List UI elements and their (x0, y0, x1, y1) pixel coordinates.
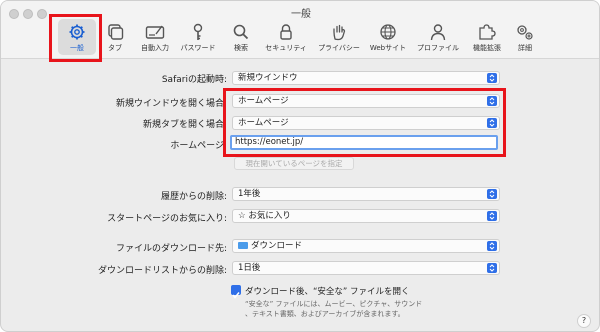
new-tab-label: 新規タブを開く場合: (142, 120, 227, 130)
start-favorites-value: お気に入り (248, 211, 291, 221)
highlight-box-homepage-settings (223, 88, 506, 157)
tab-security[interactable]: セキュリティ (263, 21, 309, 57)
tab-extensions[interactable]: 機能拡張 (468, 21, 506, 57)
search-icon (233, 24, 249, 40)
open-safe-files-note-line2: 、テキスト書類、およびアーカイブが含まれます。 (245, 310, 405, 318)
remove-history-select[interactable]: 1年後 (232, 187, 500, 201)
startup-value: 新規ウインドウ (238, 73, 298, 83)
popup-arrows-icon (487, 189, 497, 199)
download-location-select[interactable]: ダウンロード (232, 239, 500, 253)
checkmark-icon (232, 292, 240, 299)
tab-autofill[interactable]: 自動入力 (135, 21, 175, 57)
popup-arrows-icon (487, 211, 497, 221)
tab-label: 自動入力 (141, 44, 169, 52)
popup-arrows-icon (487, 73, 497, 83)
person-icon (430, 24, 446, 41)
tab-label: 詳細 (518, 44, 532, 52)
tab-passwords[interactable]: パスワード (178, 21, 218, 57)
lock-icon (280, 24, 292, 40)
autofill-icon (145, 25, 165, 39)
preferences-window: 一般 一般 タブ 自動入力 パスワード 検索 セキュリティ プライバシー Web… (0, 0, 600, 332)
puzzle-icon (479, 24, 496, 40)
startup-label: Safariの起動時: (161, 75, 227, 85)
open-safe-files-note-line1: “安全な” ファイルには、ムービー、ピクチャ、サウンド (245, 300, 423, 308)
remove-downloads-select[interactable]: 1日後 (232, 261, 500, 275)
tab-advanced[interactable]: 詳細 (511, 21, 539, 57)
tab-label: 機能拡張 (473, 44, 501, 52)
remove-downloads-label: ダウンロードリストからの削除: (97, 266, 227, 276)
remove-downloads-value: 1日後 (238, 263, 261, 273)
open-safe-files-checkbox[interactable] (231, 285, 241, 299)
tab-websites[interactable]: Webサイト (367, 21, 409, 57)
tab-label: プライバシー (318, 44, 360, 52)
new-window-label: 新規ウインドウを開く場合: (115, 99, 227, 109)
start-favorites-label: スタートページのお気に入り: (107, 214, 227, 224)
remove-history-value: 1年後 (238, 189, 261, 199)
tab-privacy[interactable]: プライバシー (316, 21, 362, 57)
gears-icon (517, 25, 533, 40)
popup-arrows-icon (487, 241, 497, 251)
star-icon: ☆ (238, 211, 249, 221)
remove-history-label: 履歴からの削除: (160, 192, 227, 202)
start-favorites-select[interactable]: ☆ お気に入り (232, 209, 500, 223)
tab-label: プロファイル (417, 44, 459, 52)
tab-tabs[interactable]: タブ (101, 21, 129, 57)
download-location-label: ファイルのダウンロード先: (115, 244, 227, 254)
tab-label: セキュリティ (265, 44, 307, 52)
globe-icon (380, 24, 396, 40)
tab-label: タブ (108, 44, 122, 52)
tab-search[interactable]: 検索 (227, 21, 255, 57)
popup-arrows-icon (487, 263, 497, 273)
key-icon (193, 23, 203, 40)
folder-icon (238, 242, 248, 249)
tab-profiles[interactable]: プロファイル (415, 21, 461, 57)
open-safe-files-label: ダウンロード後、“安全な” ファイルを開く (245, 287, 410, 297)
tab-label: Webサイト (369, 44, 407, 52)
download-location-value: ダウンロード (251, 241, 303, 251)
tab-label: パスワード (180, 44, 216, 52)
highlight-box-general-tab (49, 14, 102, 62)
help-button[interactable]: ? (577, 314, 591, 328)
set-current-page-button[interactable]: 現在開いているページを指定 (234, 157, 354, 170)
tab-label: 検索 (234, 44, 248, 52)
homepage-label: ホームページ: (170, 141, 227, 151)
startup-select[interactable]: 新規ウインドウ (232, 71, 500, 85)
hand-icon (333, 24, 346, 41)
tabs-icon (108, 24, 124, 40)
